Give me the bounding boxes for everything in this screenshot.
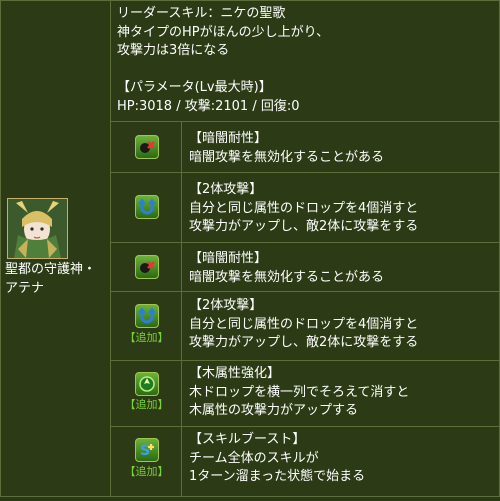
monster-name-line: アテナ [5,280,45,296]
added-label: 【追加】 [124,398,169,411]
awakening-desc: 自分と同じ属性のドロップを4個消すと [189,200,419,216]
awakening-title: 【木属性強化】 [189,366,281,381]
monster-column: 聖都の守護神・ アテナ [0,0,111,497]
monster-detail-table: 聖都の守護神・ アテナ リーダースキル：ニケの聖歌 神タイプのHPがほんの少し上… [0,0,500,497]
two-pronged-attack-icon[interactable] [135,304,159,328]
added-label: 【追加】 [124,465,169,478]
awakening-desc: 木属性の攻撃力がアップする [189,403,359,418]
awakening-text: 【暗闇耐性】 暗闇攻撃を無効化することがある [189,243,500,298]
awakening-desc: 攻撃力がアップし、敵2体に攻撃をする [189,335,419,350]
awakening-row: 【追加】 【木属性強化】 木ドロップを横一列でそろえて消すと 木属性の攻撃力がア… [111,361,500,427]
leader-skill-desc: 攻撃力は3倍になる [117,43,230,58]
awakening-title: 【暗闇耐性】 [189,131,268,146]
added-label: 【追加】 [124,331,169,344]
awakening-row: S 【追加】 【スキルブースト】 チーム全体のスキルが 1ターン溜まった状態で始… [111,427,500,497]
awakening-desc: 攻撃力がアップし、敵2体に攻撃をする [189,219,419,234]
leader-skill-desc: 神タイプのHPがほんの少し上がり、 [117,24,330,40]
dark-resist-icon[interactable] [135,255,159,279]
leader-skill-title: リーダースキル：ニケの聖歌 [117,6,286,21]
awakening-row: 【暗闇耐性】 暗闇攻撃を無効化することがある [111,122,500,173]
monster-portrait[interactable] [7,198,68,259]
details-column: リーダースキル：ニケの聖歌 神タイプのHPがほんの少し上がり、 攻撃力は3倍にな… [111,0,500,497]
params-stats: HP:3018 / 攻撃:2101 / 回復:0 [117,98,300,114]
skill-boost-icon[interactable]: S [135,438,159,462]
awakening-desc: 暗闇攻撃を無効化することがある [189,269,385,285]
awakening-text: 【暗闇耐性】 暗闇攻撃を無効化することがある [189,122,500,180]
leader-skill-cell: リーダースキル：ニケの聖歌 神タイプのHPがほんの少し上がり、 攻撃力は3倍にな… [111,0,500,122]
awakening-desc: チーム全体のスキルが [189,450,319,466]
awakening-icon-cell: 【追加】 [111,292,182,360]
awakening-desc: 自分と同じ属性のドロップを4個消すと [189,316,419,332]
awakening-text: 【木属性強化】 木ドロップを横一列でそろえて消すと 木属性の攻撃力がアップする [189,361,500,430]
awakening-row: 【暗闇耐性】 暗闇攻撃を無効化することがある [111,243,500,292]
two-pronged-attack-icon[interactable] [135,195,159,219]
awakening-title: 【2体攻撃】 [189,298,263,313]
svg-text:S: S [140,443,150,459]
awakening-desc: 暗闇攻撃を無効化することがある [189,149,385,165]
awakening-text: 【2体攻撃】 自分と同じ属性のドロップを4個消すと 攻撃力がアップし、敵2体に攻… [189,173,500,250]
monster-name[interactable]: 聖都の守護神・ アテナ [5,261,110,298]
awakening-title: 【暗闇耐性】 [189,251,268,266]
awakening-row: 【2体攻撃】 自分と同じ属性のドロップを4個消すと 攻撃力がアップし、敵2体に攻… [111,173,500,243]
wood-row-enhance-icon[interactable] [135,372,159,396]
awakening-icon-cell: S 【追加】 [111,427,182,497]
params-header: 【パラメータ(Lv最大時)】 [117,80,272,95]
awakening-text: 【スキルブースト】 チーム全体のスキルが 1ターン溜まった状態で始まる [189,427,500,501]
awakening-desc: 1ターン溜まった状態で始まる [189,469,366,484]
awakening-title: 【スキルブースト】 [189,432,306,447]
awakening-icon-cell [111,243,182,291]
awakening-row: 【追加】 【2体攻撃】 自分と同じ属性のドロップを4個消すと 攻撃力がアップし、… [111,292,500,361]
awakening-title: 【2体攻撃】 [189,182,263,197]
awakening-desc: 木ドロップを横一列でそろえて消すと [189,384,410,400]
awakening-icon-cell [111,122,182,172]
athena-portrait-icon [8,199,67,258]
awakening-text: 【2体攻撃】 自分と同じ属性のドロップを4個消すと 攻撃力がアップし、敵2体に攻… [189,292,500,365]
awakening-icon-cell: 【追加】 [111,361,182,426]
awakening-icon-cell [111,173,182,242]
monster-name-line: 聖都の守護神・ [5,262,97,277]
dark-resist-icon[interactable] [135,135,159,159]
